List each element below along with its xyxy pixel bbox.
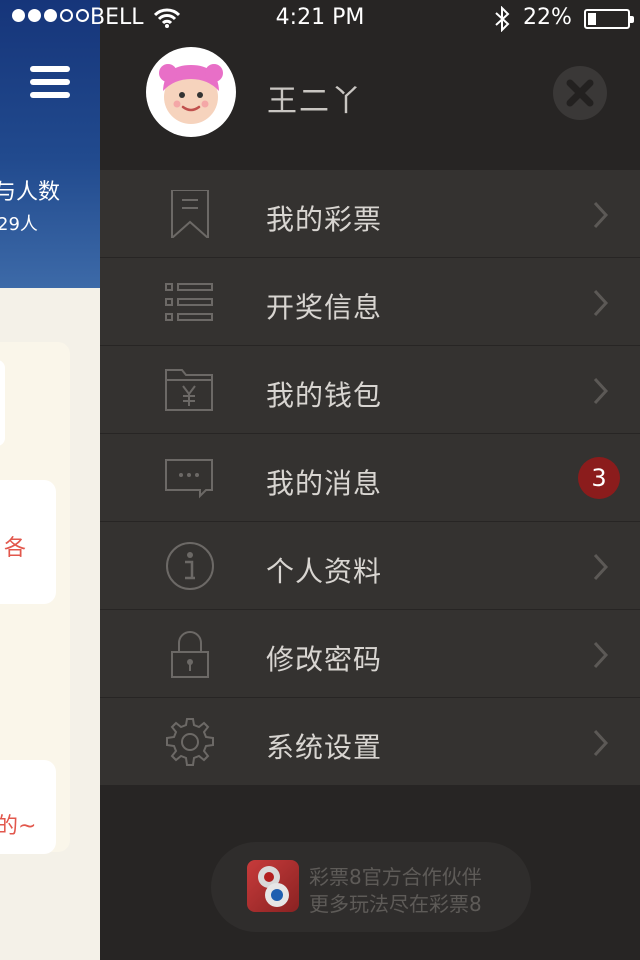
background-card[interactable]: 各 — [0, 480, 56, 604]
avatar-face-icon — [159, 64, 223, 124]
participants-title: 与人数 — [0, 180, 61, 205]
menu-item-label: 我的消息 — [266, 467, 383, 500]
close-button[interactable] — [553, 66, 607, 120]
card-text: 的~ — [0, 814, 37, 839]
background-header: 与人数 29人 — [0, 0, 100, 288]
partner-text-line1: 彩票8官方合作伙伴 — [309, 865, 482, 889]
menu-item-label: 系统设置 — [266, 731, 383, 764]
gear-icon — [166, 718, 214, 766]
background-page: 与人数 29人 各 的~ — [0, 0, 100, 960]
status-bar: BELL 4:21 PM 22% — [0, 0, 640, 40]
user-avatar[interactable] — [146, 47, 236, 137]
message-icon — [165, 459, 213, 499]
bookmark-icon — [171, 190, 209, 238]
user-name: 王二丫 — [267, 84, 363, 119]
card-text: 各 — [4, 536, 27, 561]
info-icon — [166, 542, 214, 590]
partner-text-line2: 更多玩法尽在彩票8 — [309, 892, 482, 916]
menu-item-label: 我的彩票 — [266, 203, 383, 236]
menu-item-label: 个人资料 — [266, 555, 383, 588]
menu-item-my-lottery[interactable]: 我的彩票 — [100, 170, 640, 258]
menu-item-my-wallet[interactable]: 我的钱包 — [100, 346, 640, 434]
menu-item-label: 开奖信息 — [266, 291, 383, 324]
chevron-right-icon — [593, 377, 609, 405]
partner-banner[interactable]: 彩票8官方合作伙伴 更多玩法尽在彩票8 — [211, 842, 531, 932]
wallet-folder-icon — [165, 369, 213, 411]
menu-item-change-password[interactable]: 修改密码 — [100, 610, 640, 698]
list-icon — [165, 283, 213, 321]
menu-item-label: 我的钱包 — [266, 379, 383, 412]
background-card[interactable] — [0, 360, 5, 446]
battery-icon — [584, 9, 634, 29]
menu-item-system-settings[interactable]: 系统设置 — [100, 698, 640, 786]
menu-item-profile[interactable]: 个人资料 — [100, 522, 640, 610]
menu-item-label: 修改密码 — [266, 643, 383, 676]
chevron-right-icon — [593, 553, 609, 581]
chevron-right-icon — [593, 289, 609, 317]
drawer-menu: 我的彩票 开奖信息 我的钱包 我的消息 3 个人资料 修改密码 系统设置 — [100, 170, 640, 786]
bluetooth-icon — [495, 6, 510, 32]
menu-toggle-button[interactable] — [30, 66, 70, 100]
caipiao8-logo-icon — [247, 860, 299, 912]
chevron-right-icon — [593, 641, 609, 669]
chevron-right-icon — [593, 729, 609, 757]
battery-percent: 22% — [523, 5, 572, 30]
lock-icon — [171, 631, 209, 678]
side-drawer: 王二丫 我的彩票 开奖信息 我的钱包 我的消息 3 个人资料 修改密码 系统设置… — [100, 0, 640, 960]
close-icon — [566, 79, 594, 107]
unread-count-badge: 3 — [578, 457, 620, 499]
participants-count: 29人 — [0, 214, 38, 235]
menu-item-draw-results[interactable]: 开奖信息 — [100, 258, 640, 346]
background-card[interactable]: 的~ — [0, 760, 56, 854]
chevron-right-icon — [593, 201, 609, 229]
menu-item-my-messages[interactable]: 我的消息 3 — [100, 434, 640, 522]
